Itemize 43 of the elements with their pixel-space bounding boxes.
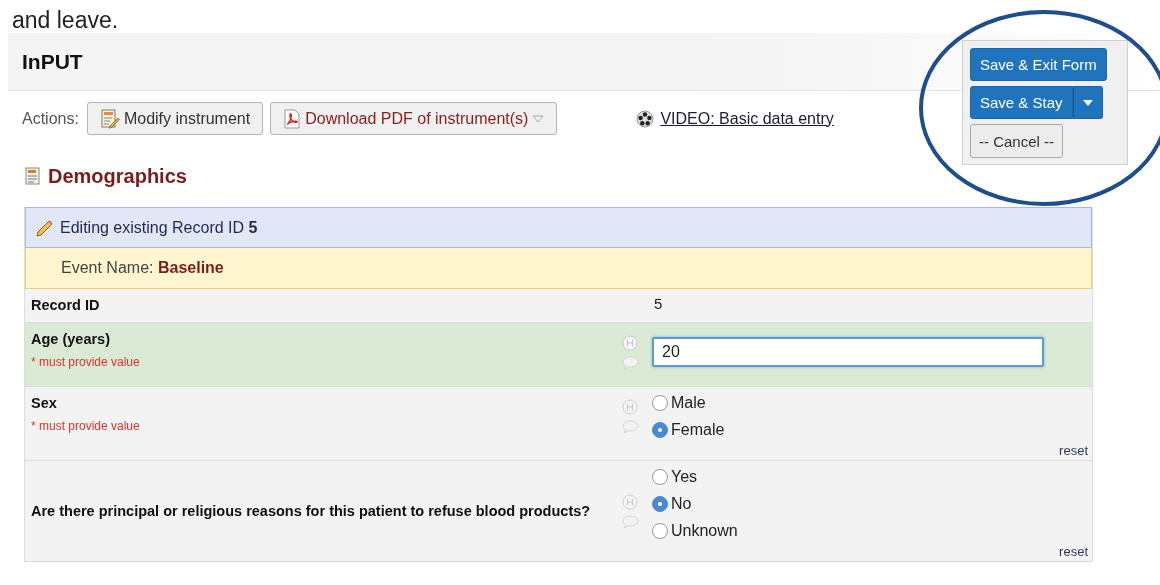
app-title: InPUT — [22, 49, 83, 74]
save-options-button[interactable] — [1072, 86, 1103, 119]
save-stay-button[interactable]: Save & Stay — [970, 86, 1073, 119]
radio-button[interactable] — [652, 395, 668, 411]
field-label: Record ID — [31, 296, 101, 315]
document-pencil-icon — [99, 108, 120, 129]
pdf-icon — [283, 108, 302, 129]
age-input[interactable]: 20 — [652, 337, 1044, 367]
help-icon[interactable] — [622, 493, 638, 510]
required-note: * must provide value — [31, 355, 141, 369]
radio-option[interactable]: No — [652, 493, 1092, 515]
form-title: Demographics — [48, 164, 187, 188]
intro-text: and leave. — [11, 6, 120, 33]
help-icon[interactable] — [622, 335, 638, 351]
dropdown-icon — [532, 114, 545, 123]
radio-option[interactable]: Male — [652, 392, 1092, 414]
radio-option[interactable]: Unknown — [652, 520, 1092, 542]
download-pdf-button[interactable]: Download PDF of instrument(s) — [270, 102, 558, 135]
radio-button[interactable] — [652, 496, 668, 512]
field-label: Are there principal or religious reasons for this patient to refuse blood products? — [31, 502, 592, 521]
editing-notice: Editing existing Record ID 5 — [60, 218, 258, 237]
field-value: 5 — [653, 295, 664, 312]
film-reel-icon — [636, 109, 655, 128]
radio-option[interactable]: Female — [652, 419, 1092, 441]
reset-link[interactable]: reset — [1059, 443, 1088, 458]
reset-link[interactable]: reset — [1059, 544, 1088, 559]
actions-label: Actions: — [22, 109, 79, 128]
radio-option[interactable]: Yes — [652, 466, 1092, 488]
radio-button[interactable] — [652, 422, 668, 438]
radio-button[interactable] — [652, 523, 668, 539]
save-exit-button[interactable]: Save & Exit Form — [970, 48, 1107, 81]
form-icon — [25, 167, 40, 185]
modify-instrument-button[interactable]: Modify instrument — [86, 102, 264, 135]
event-name: Event Name: Baseline — [61, 259, 224, 277]
required-note: * must provide value — [31, 419, 141, 433]
pencil-icon — [35, 217, 55, 238]
video-link[interactable]: VIDEO: Basic data entry — [660, 109, 834, 128]
field-label: Sex — [31, 394, 58, 413]
field-label: Age (years) — [31, 330, 111, 349]
cancel-button[interactable]: -- Cancel -- — [970, 124, 1063, 158]
help-icon[interactable] — [622, 399, 638, 415]
radio-button[interactable] — [652, 469, 668, 485]
caret-icon — [1082, 99, 1093, 106]
